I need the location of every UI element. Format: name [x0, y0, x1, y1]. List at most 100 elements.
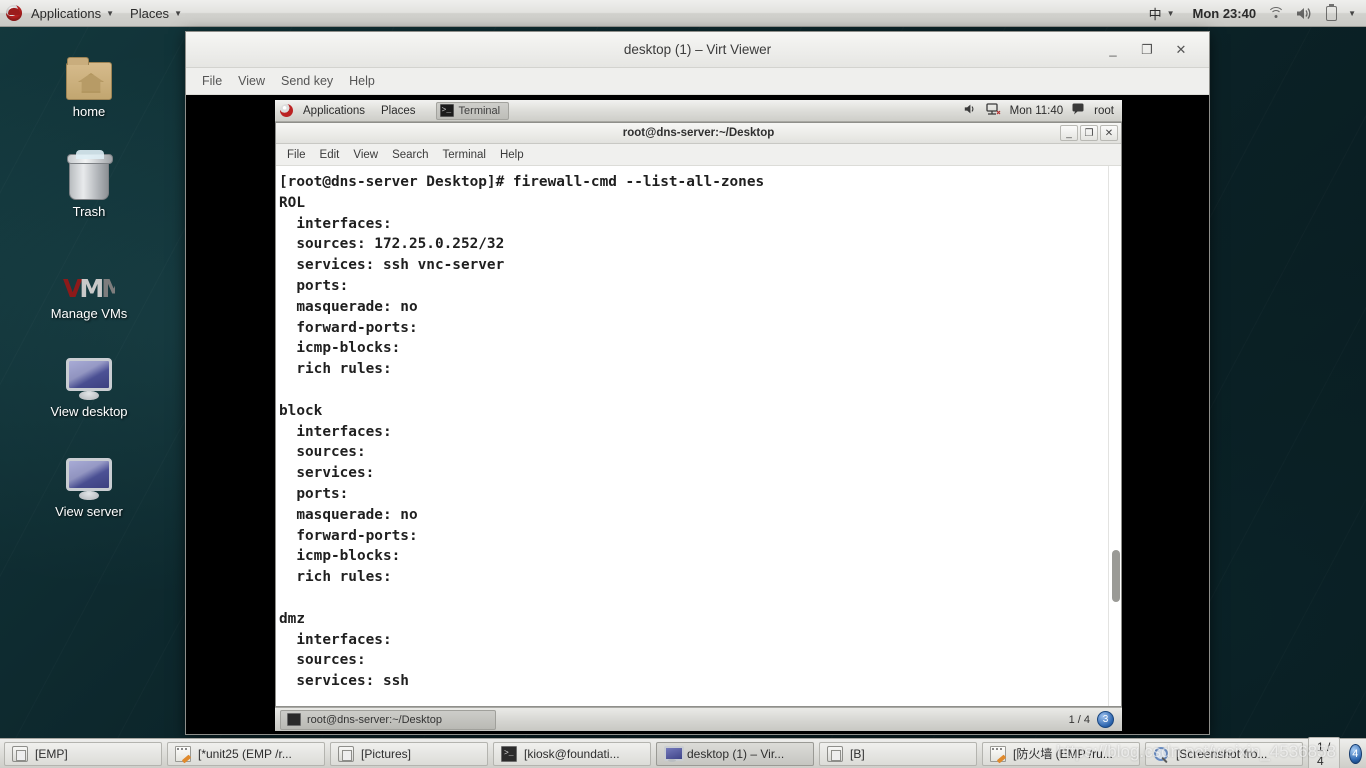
minimize-button[interactable]: _: [1105, 42, 1121, 58]
virt-viewer-display[interactable]: Applications Places >_ Terminal Mon 11:4…: [186, 95, 1209, 734]
guest-workspace-badge[interactable]: 3: [1097, 711, 1114, 728]
chevron-down-icon: ▼: [174, 9, 182, 18]
redhat-logo-icon: [6, 5, 22, 21]
desktop-icon-manage-vms[interactable]: VMM Manage VMs: [34, 250, 144, 322]
terminal-scrollbar-thumb[interactable]: [1112, 550, 1120, 602]
taskbar-item-label: [防火墙 (EMP /ru...: [1013, 747, 1113, 761]
redhat-logo-icon: [280, 104, 293, 117]
terminal-icon: >_: [501, 745, 517, 762]
guest-window-button-terminal[interactable]: >_ Terminal: [435, 101, 510, 120]
menu-help[interactable]: Help: [341, 71, 383, 91]
virt-viewer-titlebar[interactable]: desktop (1) – Virt Viewer _ ❐ ✕: [186, 32, 1209, 68]
volume-icon[interactable]: [1295, 6, 1312, 21]
battery-icon[interactable]: [1326, 5, 1338, 21]
host-taskbar: [EMP] [*unit25 (EMP /r... [Pictures] >_ …: [0, 736, 1366, 768]
taskbar-item-pictures[interactable]: [Pictures]: [330, 741, 488, 766]
applications-menu[interactable]: Applications ▼: [24, 3, 121, 24]
terminal-menu-help[interactable]: Help: [493, 147, 531, 163]
wifi-icon[interactable]: [1267, 6, 1284, 21]
taskbar-item-kiosk[interactable]: >_ [kiosk@foundati...: [493, 741, 651, 766]
places-menu-label: Places: [130, 5, 170, 21]
close-button[interactable]: ✕: [1173, 42, 1189, 58]
monitor-icon: [34, 348, 144, 400]
notepad-icon: [990, 745, 1006, 762]
taskbar-item-label: [*unit25 (EMP /r...: [198, 746, 292, 761]
desktop-icon-home[interactable]: home: [34, 48, 144, 119]
desktop-icon-view-server[interactable]: View server: [34, 448, 144, 519]
desktop-icon-label: Manage VMs: [50, 306, 128, 321]
taskbar-item-firewall[interactable]: [防火墙 (EMP /ru...: [982, 741, 1140, 766]
terminal-menu-edit[interactable]: Edit: [313, 147, 347, 163]
taskbar-item-label: [EMP]: [35, 746, 68, 761]
guest-workspace-indicator: 1 / 4: [1068, 713, 1090, 726]
vmm-icon: VMM: [63, 274, 126, 303]
menu-view[interactable]: View: [230, 71, 273, 91]
terminal-menu-terminal[interactable]: Terminal: [436, 147, 493, 163]
desktop-icon-trash[interactable]: Trash: [34, 148, 144, 219]
terminal-menu-view[interactable]: View: [346, 147, 385, 163]
terminal-titlebar[interactable]: root@dns-server:~/Desktop _ ❐ ✕: [276, 123, 1121, 144]
guest-clock[interactable]: Mon 11:40: [1010, 105, 1064, 117]
guest-desktop: Applications Places >_ Terminal Mon 11:4…: [275, 100, 1122, 731]
guest-applications-menu[interactable]: Applications: [297, 103, 371, 119]
guest-taskbar: root@dns-server:~/Desktop 1 / 4 3: [275, 707, 1122, 731]
guest-user-icon: [1072, 103, 1085, 118]
terminal-close-button[interactable]: ✕: [1100, 125, 1118, 141]
menu-send-key[interactable]: Send key: [273, 71, 341, 91]
desktop-icon-label: View server: [55, 504, 123, 519]
virt-viewer-title: desktop (1) – Virt Viewer: [623, 42, 772, 57]
guest-places-menu[interactable]: Places: [375, 103, 422, 119]
taskbar-item-emp[interactable]: [EMP]: [4, 741, 162, 766]
guest-network-icon[interactable]: [986, 103, 1001, 118]
guest-volume-icon[interactable]: [963, 103, 977, 118]
guest-username[interactable]: root: [1094, 105, 1114, 117]
terminal-menubar: File Edit View Search Terminal Help: [276, 144, 1121, 166]
guest-taskbar-item-label: root@dns-server:~/Desktop: [307, 713, 442, 726]
virt-viewer-menubar: File View Send key Help: [186, 68, 1209, 95]
guest-window-button-label: Terminal: [458, 104, 501, 117]
terminal-scrollbar[interactable]: [1108, 166, 1121, 706]
guest-top-panel: Applications Places >_ Terminal Mon 11:4…: [275, 100, 1122, 122]
terminal-maximize-button[interactable]: ❐: [1080, 125, 1098, 141]
terminal-screen[interactable]: [root@dns-server Desktop]# firewall-cmd …: [276, 166, 1121, 706]
chevron-down-icon: ▼: [1166, 9, 1175, 18]
terminal-menu-search[interactable]: Search: [385, 147, 435, 163]
taskbar-item-b[interactable]: [B]: [819, 741, 977, 766]
terminal-menu-file[interactable]: File: [280, 147, 313, 163]
taskbar-item-unit25[interactable]: [*unit25 (EMP /r...: [167, 741, 325, 766]
guest-taskbar-item-terminal[interactable]: root@dns-server:~/Desktop: [280, 709, 496, 730]
terminal-icon: [287, 713, 301, 726]
host-workspace-indicator: 1 / 4: [1308, 736, 1340, 768]
applications-menu-label: Applications: [31, 5, 102, 21]
terminal-output: [root@dns-server Desktop]# firewall-cmd …: [279, 174, 765, 690]
desktop-icon-label: View desktop: [50, 404, 128, 419]
desktop-icon-view-desktop[interactable]: View desktop: [34, 348, 144, 419]
taskbar-item-virt-viewer[interactable]: desktop (1) – Vir...: [656, 741, 814, 766]
host-top-panel: Applications ▼ Places ▼ 中 ▼ Mon 23:40 ▼: [0, 0, 1366, 27]
monitor-icon: [664, 745, 684, 762]
archive-icon: [12, 745, 28, 762]
taskbar-item-label: [kiosk@foundati...: [524, 746, 620, 761]
chevron-down-icon[interactable]: ▼: [1348, 10, 1356, 18]
places-menu[interactable]: Places ▼: [123, 3, 189, 24]
taskbar-item-label: [B]: [850, 746, 865, 761]
input-method-label: 中: [1148, 6, 1162, 22]
virt-viewer-window: desktop (1) – Virt Viewer _ ❐ ✕ File Vie…: [185, 31, 1210, 735]
host-workspace-badge[interactable]: 4: [1348, 743, 1362, 764]
guest-desktop-area: root@dns-server:~/Desktop _ ❐ ✕ File Edi…: [275, 122, 1122, 731]
host-clock[interactable]: Mon 23:40: [1193, 6, 1257, 21]
input-method-indicator[interactable]: 中 ▼: [1142, 1, 1182, 26]
maximize-button[interactable]: ❐: [1139, 42, 1155, 58]
trash-icon: [34, 148, 144, 200]
terminal-minimize-button[interactable]: _: [1060, 125, 1078, 141]
chevron-down-icon: ▼: [106, 9, 115, 18]
taskbar-item-label: desktop (1) – Vir...: [687, 746, 785, 761]
terminal-icon: >_: [439, 104, 454, 117]
desktop-icon-label: Trash: [72, 204, 106, 219]
terminal-title: root@dns-server:~/Desktop: [622, 127, 775, 139]
monitor-icon: [34, 448, 144, 500]
taskbar-item-screenshot[interactable]: [Screenshot fro...: [1145, 741, 1303, 766]
menu-file[interactable]: File: [194, 71, 230, 91]
desktop-icon-label: home: [72, 104, 106, 119]
archive-icon: [338, 745, 354, 762]
